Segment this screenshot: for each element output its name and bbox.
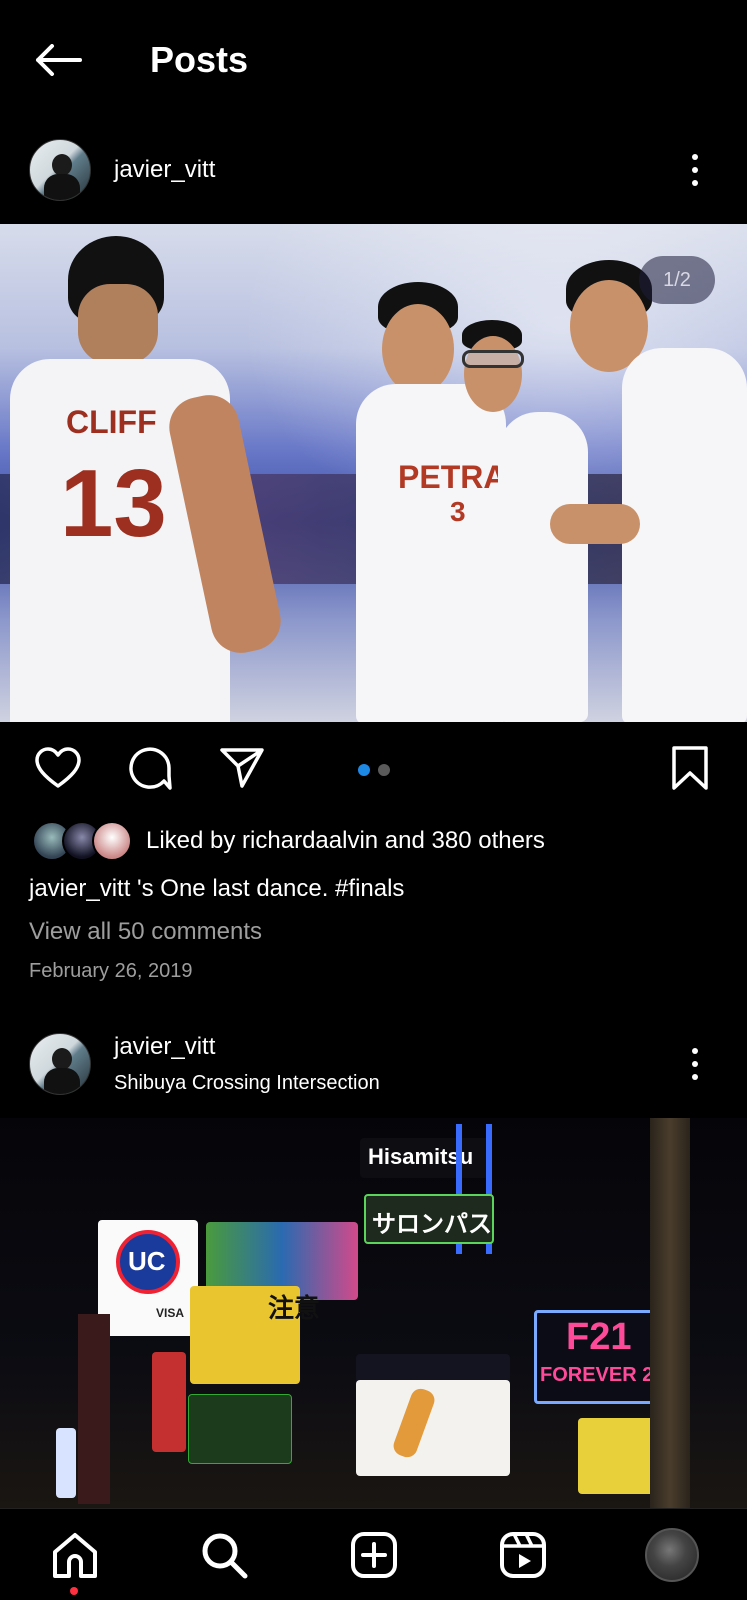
notification-dot <box>70 1587 78 1595</box>
avatar[interactable] <box>29 1033 91 1095</box>
more-options-button[interactable] <box>683 150 707 190</box>
sign-text: サロンパス <box>372 1211 492 1238</box>
carousel-dot-active <box>358 764 370 776</box>
send-icon <box>220 748 264 788</box>
sign-text: 注意 <box>268 1293 321 1323</box>
home-icon <box>53 1533 97 1578</box>
jersey-number: 3 <box>450 496 466 527</box>
likes-count[interactable]: Liked by richardaalvin and 380 others <box>146 827 545 855</box>
bottom-nav <box>0 1508 747 1600</box>
likes-row[interactable]: Liked by richardaalvin and 380 others <box>32 818 545 864</box>
post-image[interactable]: CLIFF 13 PETRA 3 1/2 <box>0 224 747 722</box>
save-button[interactable] <box>662 740 718 796</box>
liker-avatars <box>32 821 132 861</box>
jersey-text: CLIFF <box>66 404 157 440</box>
nav-search[interactable] <box>196 1527 252 1583</box>
post-header: javier_vitt Shibuya Crossing Intersectio… <box>0 1016 747 1112</box>
arrow-left-icon <box>36 44 82 76</box>
post-location[interactable]: Shibuya Crossing Intersection <box>114 1070 380 1096</box>
sign-text: FOREVER 21 <box>540 1364 665 1386</box>
avatar <box>92 821 132 861</box>
bookmark-icon <box>672 746 708 790</box>
profile-avatar <box>645 1528 699 1582</box>
sign-text: VISA <box>156 1306 185 1320</box>
avatar[interactable] <box>29 139 91 201</box>
carousel-dot <box>378 764 390 776</box>
create-icon <box>351 1532 397 1578</box>
back-button[interactable] <box>30 36 86 84</box>
jersey-number: 13 <box>60 450 167 557</box>
post-header: javier_vitt <box>0 122 747 218</box>
post-username[interactable]: javier_vitt <box>114 155 215 185</box>
nav-reels[interactable] <box>495 1527 551 1583</box>
comment-button[interactable] <box>122 740 178 796</box>
more-dots-icon <box>692 154 698 160</box>
post-caption: javier_vitt 's One last dance. #finals <box>29 875 405 902</box>
post-date: February 26, 2019 <box>29 960 193 982</box>
post-username[interactable]: javier_vitt <box>114 1032 215 1062</box>
share-button[interactable] <box>214 740 270 796</box>
heart-icon <box>35 747 81 788</box>
more-options-button[interactable] <box>683 1044 707 1084</box>
page-title: Posts <box>150 39 249 80</box>
top-bar: Posts <box>0 0 747 118</box>
post-actions <box>0 734 747 806</box>
carousel-indicator <box>358 764 390 776</box>
sign-text: UC <box>128 1246 166 1276</box>
sign-text: F21 <box>566 1316 632 1358</box>
nav-profile[interactable] <box>644 1527 700 1583</box>
image-counter-badge: 1/2 <box>639 256 715 304</box>
search-icon <box>202 1533 248 1579</box>
like-button[interactable] <box>30 740 86 796</box>
reels-icon <box>500 1532 546 1578</box>
post-image[interactable]: Hisamitsu サロンパス UC VISA 注意 F21 FOREVER 2… <box>0 1118 747 1508</box>
jersey-text: PETRA <box>398 459 507 495</box>
comment-icon <box>129 747 172 790</box>
more-dots-icon <box>692 1048 698 1054</box>
nav-create[interactable] <box>346 1527 402 1583</box>
nav-home[interactable] <box>47 1527 103 1583</box>
view-comments-link[interactable]: View all 50 comments <box>29 916 262 948</box>
